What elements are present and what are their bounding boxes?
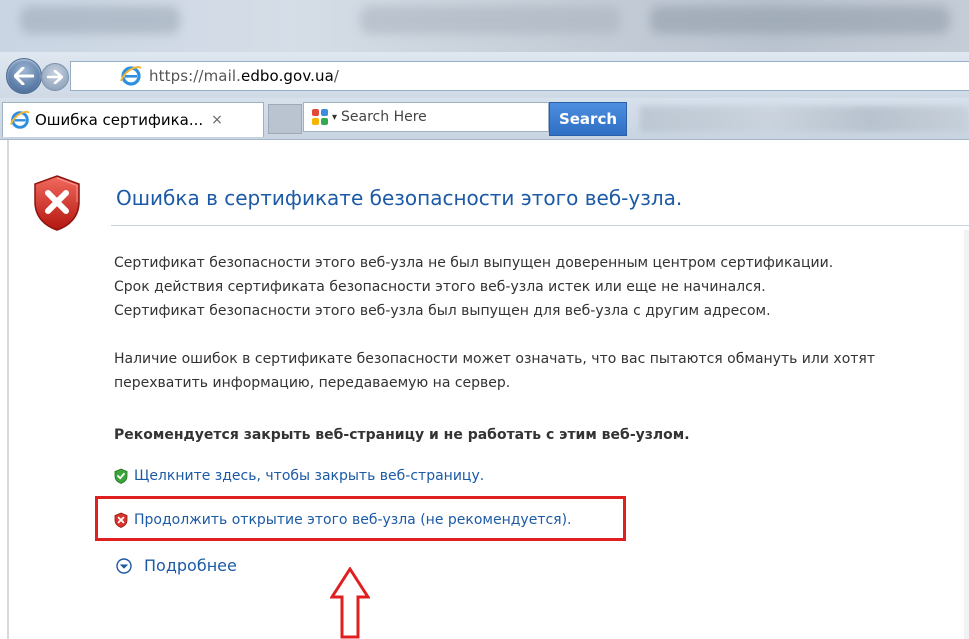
blurred-quick-access xyxy=(20,6,180,34)
reason-wrong-address: Сертификат безопасности этого веб-узла б… xyxy=(114,303,771,319)
back-button[interactable] xyxy=(6,58,42,94)
tab-certificate-error[interactable]: Ошибка сертифика... × xyxy=(2,102,264,137)
search-dropdown-icon[interactable]: ▾ xyxy=(332,112,337,123)
close-page-link[interactable]: Щелкните здесь, чтобы закрыть веб-страни… xyxy=(114,468,484,484)
certificate-error-page: Ошибка в сертификате безопасности этого … xyxy=(0,140,969,639)
search-placeholder: Search Here xyxy=(341,109,427,125)
title-divider xyxy=(111,225,969,226)
warning-text: Наличие ошибок в сертификате безопасност… xyxy=(114,347,964,395)
internet-explorer-icon xyxy=(120,66,142,86)
up-arrow-annotation-icon xyxy=(330,567,370,639)
window-title-bar xyxy=(0,0,969,52)
blurred-window-title xyxy=(360,6,620,34)
blurred-toolbar xyxy=(640,106,969,132)
url-text: https://mail.edbo.gov.ua/ xyxy=(149,67,340,85)
more-info-text[interactable]: Подробнее xyxy=(144,556,237,575)
tab-favicon-icon xyxy=(9,111,30,129)
page-right-edge xyxy=(964,230,969,639)
tab-title: Ошибка сертифика... xyxy=(35,111,204,129)
warning-line-2: перехватить информацию, передаваемую на … xyxy=(114,375,511,391)
shield-check-icon xyxy=(114,468,128,484)
reason-untrusted-ca: Сертификат безопасности этого веб-узла н… xyxy=(114,255,834,271)
chevron-down-circle-icon xyxy=(116,557,132,574)
address-bar[interactable]: https://mail.edbo.gov.ua/ xyxy=(70,61,969,91)
search-provider-icon xyxy=(312,109,328,125)
more-info-toggle[interactable]: Подробнее xyxy=(116,556,237,575)
back-arrow-icon xyxy=(14,67,34,85)
reason-expired: Срок действия сертификата безопасности э… xyxy=(114,279,766,295)
tab-bar: Ошибка сертифика... × ▾ Search Here Sear… xyxy=(0,98,969,140)
page-title: Ошибка в сертификате безопасности этого … xyxy=(116,186,683,210)
forward-button[interactable] xyxy=(41,63,69,91)
warning-line-1: Наличие ошибок в сертификате безопасност… xyxy=(114,351,875,367)
tab-close-icon[interactable]: × xyxy=(211,112,223,128)
shield-error-icon xyxy=(34,175,80,231)
search-button[interactable]: Search xyxy=(549,102,627,136)
forward-arrow-icon xyxy=(47,70,63,84)
search-input[interactable]: ▾ Search Here xyxy=(303,102,549,132)
page-left-border xyxy=(7,140,9,639)
navigation-bar: https://mail.edbo.gov.ua/ xyxy=(0,52,969,98)
blurred-window-title-right xyxy=(650,6,950,34)
annotation-highlight-box xyxy=(95,496,626,541)
new-tab-button[interactable] xyxy=(268,104,302,134)
close-page-link-text[interactable]: Щелкните здесь, чтобы закрыть веб-страни… xyxy=(134,468,484,484)
reasons-list: Сертификат безопасности этого веб-узла н… xyxy=(114,251,833,323)
url-domain: edbo.gov.ua xyxy=(240,67,334,85)
recommendation-text: Рекомендуется закрыть веб-страницу и не … xyxy=(114,427,690,443)
